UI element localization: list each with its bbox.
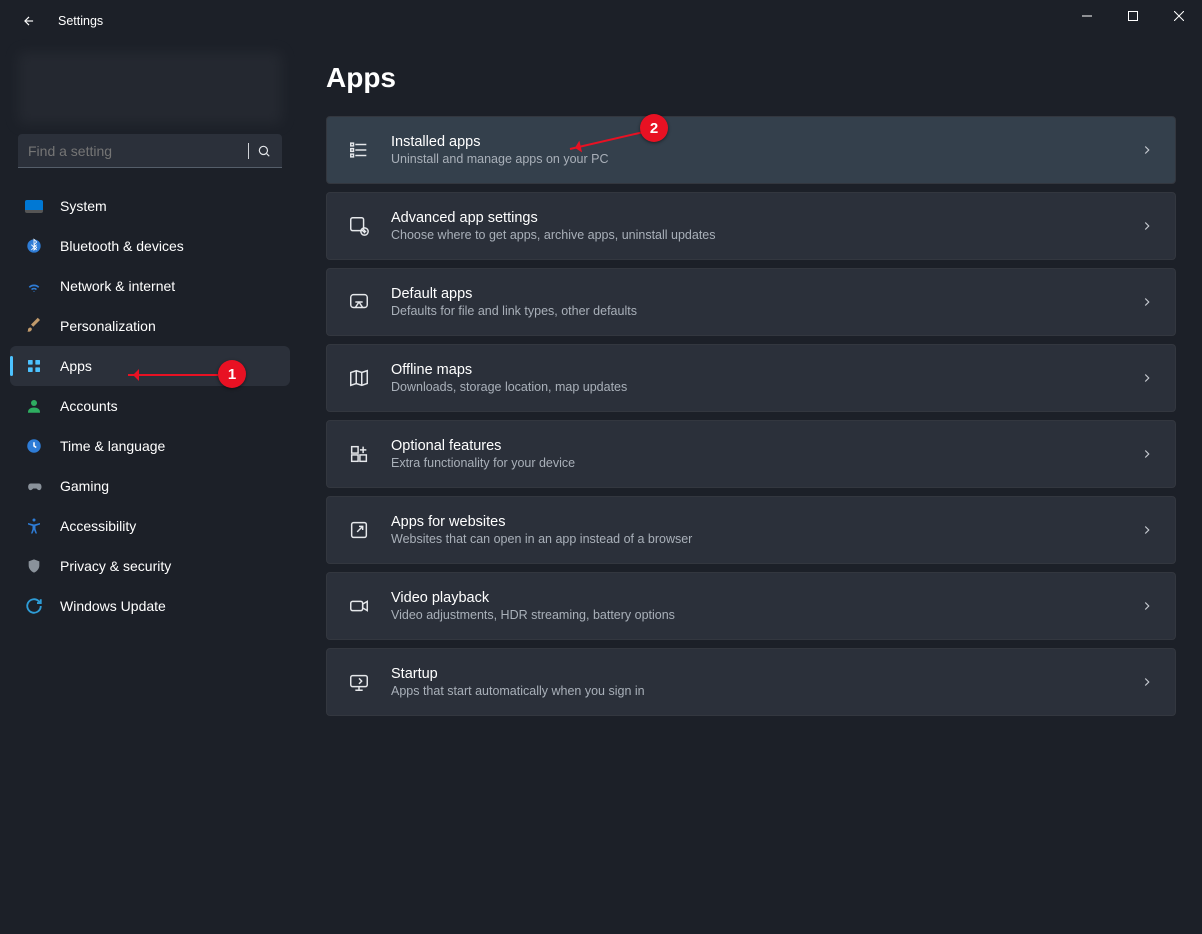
card-title: Advanced app settings bbox=[391, 210, 1137, 226]
card-default-apps[interactable]: Default apps Defaults for file and link … bbox=[326, 268, 1176, 336]
sidebar-item-time[interactable]: Time & language bbox=[10, 426, 290, 466]
accessibility-icon bbox=[24, 516, 44, 536]
card-startup[interactable]: Startup Apps that start automatically wh… bbox=[326, 648, 1176, 716]
apps-icon bbox=[24, 356, 44, 376]
search-box[interactable] bbox=[18, 134, 282, 168]
card-subtitle: Uninstall and manage apps on your PC bbox=[391, 152, 1137, 166]
card-apps-for-websites[interactable]: Apps for websites Websites that can open… bbox=[326, 496, 1176, 564]
sidebar-item-label: Time & language bbox=[60, 438, 165, 454]
sidebar-item-label: Apps bbox=[60, 358, 92, 374]
close-button[interactable] bbox=[1156, 0, 1202, 32]
text-caret bbox=[248, 143, 249, 159]
card-title: Startup bbox=[391, 666, 1137, 682]
card-video-playback[interactable]: Video playback Video adjustments, HDR st… bbox=[326, 572, 1176, 640]
settings-app-icon bbox=[345, 212, 373, 240]
card-title: Video playback bbox=[391, 590, 1137, 606]
card-optional-features[interactable]: Optional features Extra functionality fo… bbox=[326, 420, 1176, 488]
window-controls bbox=[1064, 0, 1202, 32]
sidebar-item-label: Accounts bbox=[60, 398, 118, 414]
chevron-right-icon bbox=[1137, 140, 1157, 160]
sidebar-item-bluetooth[interactable]: Bluetooth & devices bbox=[10, 226, 290, 266]
sidebar-item-update[interactable]: Windows Update bbox=[10, 586, 290, 626]
sidebar-item-gaming[interactable]: Gaming bbox=[10, 466, 290, 506]
annotation-step-2: 2 bbox=[640, 114, 668, 142]
sidebar-item-label: Accessibility bbox=[60, 518, 136, 534]
sidebar: System Bluetooth & devices Network & int… bbox=[0, 42, 300, 934]
sidebar-item-label: Gaming bbox=[60, 478, 109, 494]
chevron-right-icon bbox=[1137, 596, 1157, 616]
sidebar-item-network[interactable]: Network & internet bbox=[10, 266, 290, 306]
page-title: Apps bbox=[326, 62, 1176, 94]
search-input[interactable] bbox=[18, 134, 246, 167]
chevron-right-icon bbox=[1137, 292, 1157, 312]
sidebar-item-label: Bluetooth & devices bbox=[60, 238, 184, 254]
card-subtitle: Defaults for file and link types, other … bbox=[391, 304, 1137, 318]
card-subtitle: Websites that can open in an app instead… bbox=[391, 532, 1137, 546]
back-button[interactable] bbox=[18, 10, 40, 32]
chevron-right-icon bbox=[1137, 216, 1157, 236]
sidebar-item-label: Network & internet bbox=[60, 278, 175, 294]
card-subtitle: Apps that start automatically when you s… bbox=[391, 684, 1137, 698]
update-icon bbox=[24, 596, 44, 616]
system-icon bbox=[24, 196, 44, 216]
card-subtitle: Video adjustments, HDR streaming, batter… bbox=[391, 608, 1137, 622]
chevron-right-icon bbox=[1137, 520, 1157, 540]
card-installed-apps[interactable]: Installed apps Uninstall and manage apps… bbox=[326, 116, 1176, 184]
sidebar-item-accounts[interactable]: Accounts bbox=[10, 386, 290, 426]
startup-icon bbox=[345, 668, 373, 696]
sidebar-item-privacy[interactable]: Privacy & security bbox=[10, 546, 290, 586]
external-link-icon bbox=[345, 516, 373, 544]
account-icon bbox=[24, 396, 44, 416]
card-title: Default apps bbox=[391, 286, 1137, 302]
sidebar-item-apps[interactable]: Apps bbox=[10, 346, 290, 386]
sidebar-item-label: Windows Update bbox=[60, 598, 166, 614]
card-subtitle: Downloads, storage location, map updates bbox=[391, 380, 1137, 394]
wifi-icon bbox=[24, 276, 44, 296]
sidebar-item-personalization[interactable]: Personalization bbox=[10, 306, 290, 346]
card-subtitle: Choose where to get apps, archive apps, … bbox=[391, 228, 1137, 242]
brush-icon bbox=[24, 316, 44, 336]
profile-placeholder bbox=[18, 52, 282, 124]
optional-features-icon bbox=[345, 440, 373, 468]
card-title: Offline maps bbox=[391, 362, 1137, 378]
shield-icon bbox=[24, 556, 44, 576]
maximize-button[interactable] bbox=[1110, 0, 1156, 32]
search-icon[interactable] bbox=[246, 134, 282, 167]
chevron-right-icon bbox=[1137, 444, 1157, 464]
clock-icon bbox=[24, 436, 44, 456]
annotation-arrow-1 bbox=[128, 374, 218, 376]
titlebar: Settings bbox=[0, 0, 1202, 42]
default-apps-icon bbox=[345, 288, 373, 316]
nav-list: System Bluetooth & devices Network & int… bbox=[0, 186, 300, 626]
sidebar-item-label: Personalization bbox=[60, 318, 156, 334]
card-title: Apps for websites bbox=[391, 514, 1137, 530]
video-icon bbox=[345, 592, 373, 620]
card-title: Optional features bbox=[391, 438, 1137, 454]
card-title: Installed apps bbox=[391, 134, 1137, 150]
sidebar-item-system[interactable]: System bbox=[10, 186, 290, 226]
chevron-right-icon bbox=[1137, 672, 1157, 692]
annotation-step-1: 1 bbox=[218, 360, 246, 388]
gamepad-icon bbox=[24, 476, 44, 496]
card-offline-maps[interactable]: Offline maps Downloads, storage location… bbox=[326, 344, 1176, 412]
sidebar-item-label: System bbox=[60, 198, 107, 214]
minimize-button[interactable] bbox=[1064, 0, 1110, 32]
card-advanced-settings[interactable]: Advanced app settings Choose where to ge… bbox=[326, 192, 1176, 260]
list-icon bbox=[345, 136, 373, 164]
cards-container: Installed apps Uninstall and manage apps… bbox=[326, 116, 1176, 720]
card-subtitle: Extra functionality for your device bbox=[391, 456, 1137, 470]
chevron-right-icon bbox=[1137, 368, 1157, 388]
bluetooth-icon bbox=[24, 236, 44, 256]
map-icon bbox=[345, 364, 373, 392]
sidebar-item-label: Privacy & security bbox=[60, 558, 171, 574]
window-title: Settings bbox=[58, 14, 103, 28]
main-content: Apps Installed apps Uninstall and manage… bbox=[300, 42, 1202, 934]
sidebar-item-accessibility[interactable]: Accessibility bbox=[10, 506, 290, 546]
